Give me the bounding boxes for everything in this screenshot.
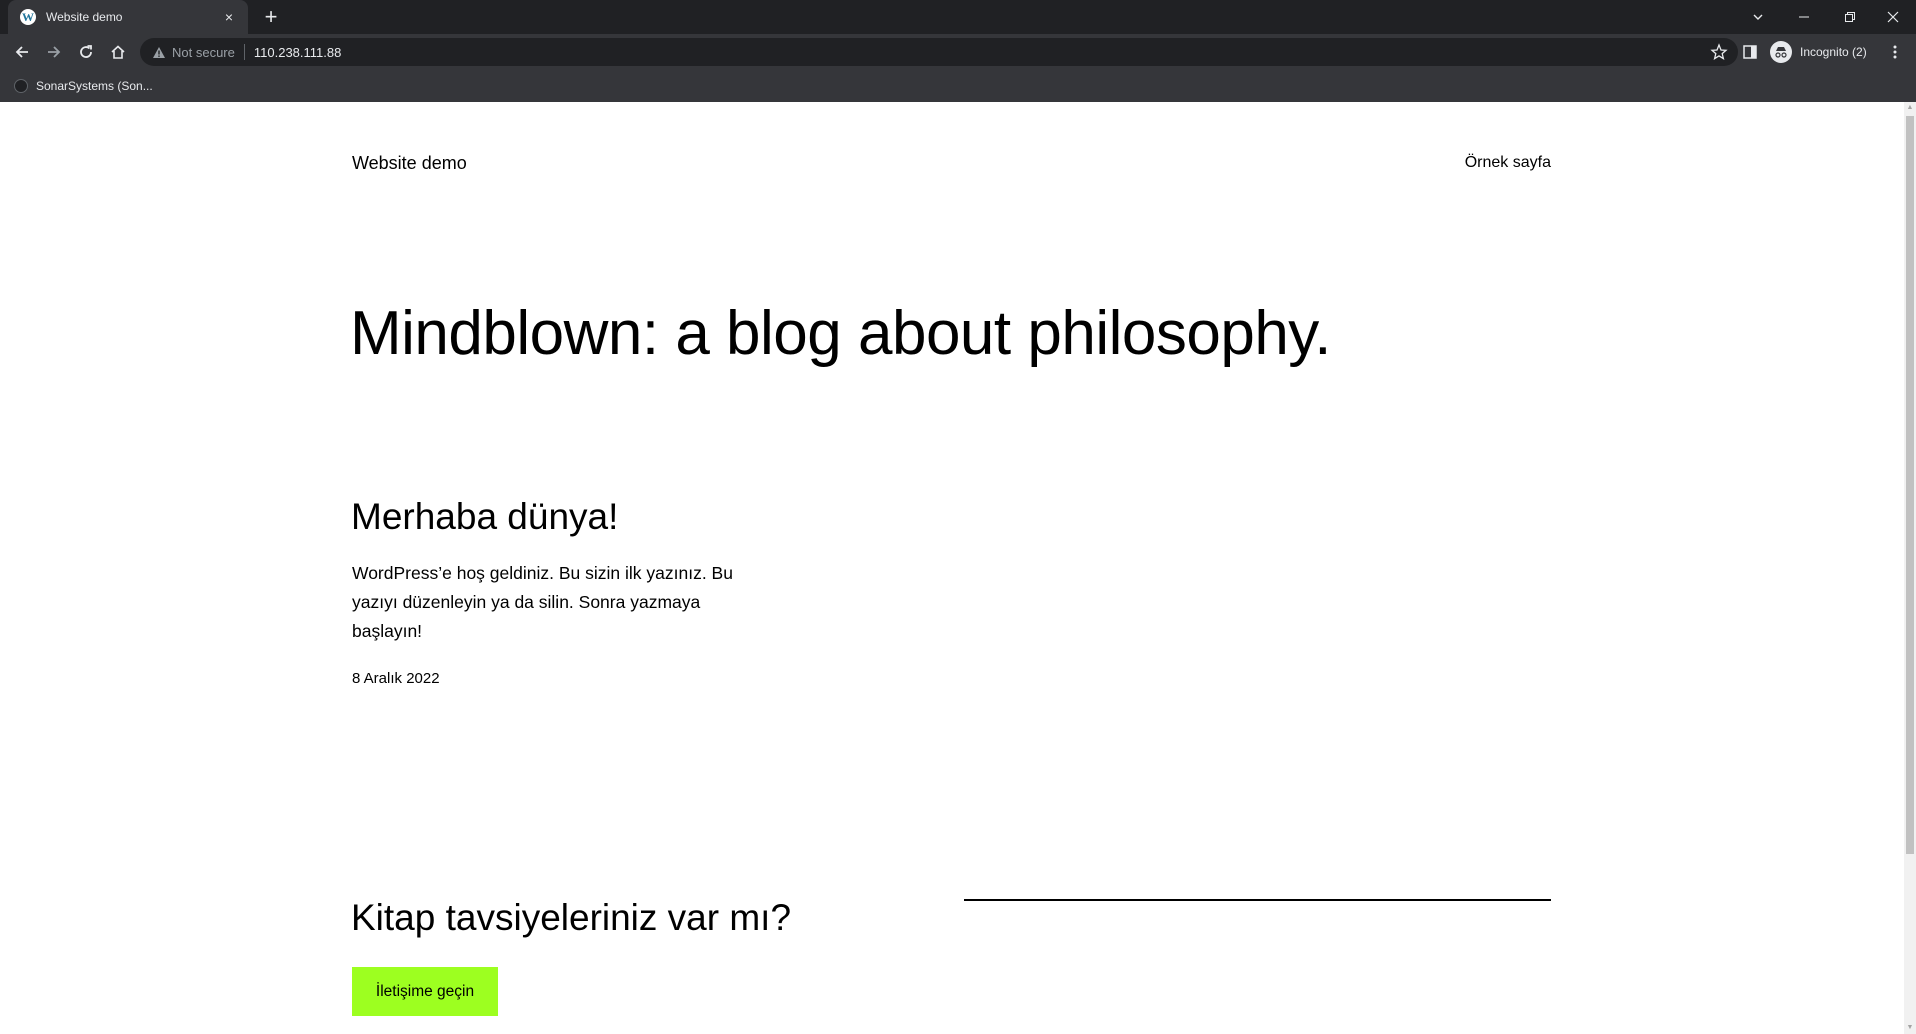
side-panel-icon[interactable]: [1736, 39, 1764, 65]
site-title-link[interactable]: Website demo: [352, 153, 467, 174]
github-icon: [14, 79, 28, 93]
vertical-scrollbar[interactable]: ▲ ▼: [1904, 102, 1916, 1034]
bookmarks-bar: SonarSystems (Son...: [0, 70, 1916, 102]
back-arrow-icon[interactable]: [8, 39, 36, 65]
nav-link-ornek-sayfa[interactable]: Örnek sayfa: [1465, 154, 1551, 172]
forward-arrow-icon[interactable]: [40, 39, 68, 65]
url-text[interactable]: 110.238.111.88: [254, 45, 341, 60]
browser-toolbar: Not secure 110.238.111.88 Incognito (2): [0, 34, 1916, 70]
scroll-up-arrow-icon[interactable]: ▲: [1904, 102, 1916, 114]
wordpress-favicon-icon: W: [20, 9, 36, 25]
post-excerpt: WordPress’e hoş geldiniz. Bu sizin ilk y…: [352, 563, 733, 641]
incognito-profile-button[interactable]: Incognito (2): [1770, 39, 1867, 65]
cta-heading: Kitap tavsiyeleriniz var mı?: [351, 897, 792, 938]
home-icon[interactable]: [104, 39, 132, 65]
post-date: 8 Aralık 2022: [352, 670, 440, 687]
browser-menu-icon[interactable]: [1885, 39, 1905, 65]
bookmark-label: SonarSystems (Son...: [36, 79, 153, 93]
section-divider: [964, 899, 1551, 901]
omnibox-separator: [243, 44, 245, 60]
scroll-down-arrow-icon[interactable]: ▼: [1904, 1022, 1916, 1034]
address-bar[interactable]: Not secure 110.238.111.88: [140, 38, 1738, 66]
new-tab-button[interactable]: +: [258, 4, 284, 30]
contact-button[interactable]: İletişime geçin: [352, 967, 498, 1016]
bookmark-item[interactable]: SonarSystems (Son...: [14, 76, 153, 96]
tab-strip: W Website demo × +: [0, 0, 1916, 34]
warning-triangle-icon[interactable]: [152, 46, 166, 59]
post-title-link[interactable]: Merhaba dünya!: [351, 496, 618, 538]
hero-heading: Mindblown: a blog about philosophy.: [350, 299, 1331, 368]
restore-icon[interactable]: [1827, 0, 1873, 34]
window-close-icon[interactable]: [1870, 0, 1916, 34]
browser-chrome: W Website demo × + Not secure 110.238.11…: [0, 0, 1916, 102]
reload-icon[interactable]: [72, 39, 100, 65]
browser-tab[interactable]: W Website demo ×: [8, 0, 248, 34]
scrollbar-thumb[interactable]: [1906, 116, 1914, 854]
page-content: Website demo Örnek sayfa Mindblown: a bl…: [0, 102, 1904, 1034]
security-status-label[interactable]: Not secure: [172, 45, 235, 60]
bookmark-star-icon[interactable]: [1710, 43, 1728, 61]
tab-close-icon[interactable]: ×: [220, 9, 238, 25]
incognito-icon: [1770, 41, 1792, 63]
minimize-icon[interactable]: [1781, 0, 1827, 34]
tab-title: Website demo: [46, 10, 123, 24]
tab-search-icon[interactable]: [1735, 0, 1781, 34]
incognito-label: Incognito (2): [1800, 45, 1867, 59]
